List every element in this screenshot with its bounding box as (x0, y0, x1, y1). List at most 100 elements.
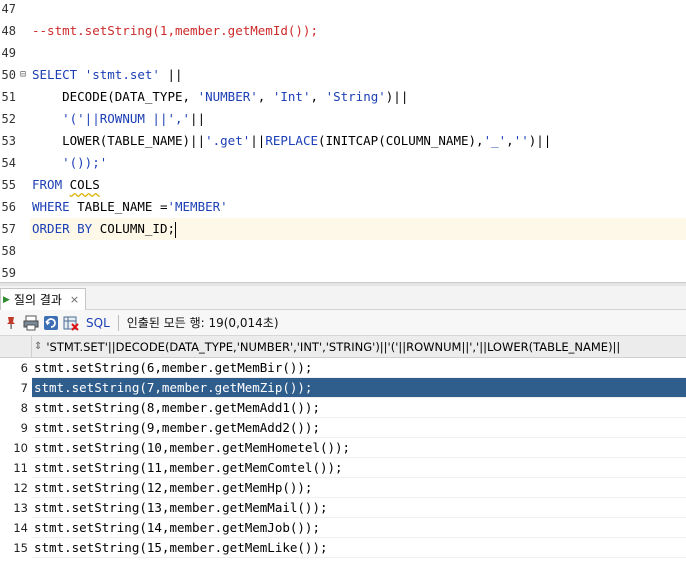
text-cursor (175, 221, 176, 238)
table-row[interactable]: 14 stmt.setString(14,member.getMemJob()); (0, 518, 686, 538)
code-token: '' (513, 133, 529, 148)
table-row[interactable]: 6 stmt.setString(6,member.getMemBir()); (0, 358, 686, 378)
code-token: 'stmt.set' (84, 67, 160, 82)
table-cell[interactable]: stmt.setString(15,member.getMemLike()); (32, 538, 686, 558)
table-cell[interactable]: stmt.setString(9,member.getMemAdd2()); (32, 418, 686, 438)
line-number: 55 (1, 178, 16, 192)
row-number-header (0, 335, 32, 358)
code-token: || (159, 67, 183, 82)
results-toolbar: SQL 인출된 모든 행: 19(0,014초) (0, 310, 686, 336)
line-number: 51 (1, 90, 16, 104)
table-cell[interactable]: stmt.setString(7,member.getMemZip()); (32, 378, 686, 398)
code-token: COLUMN_ID; (99, 221, 175, 236)
code-line[interactable]: SELECT 'stmt.set' || (32, 64, 183, 86)
table-row[interactable]: 13 stmt.setString(13,member.getMemMail())… (0, 498, 686, 518)
row-number[interactable]: 6 (0, 358, 32, 378)
code-line[interactable]: ORDER BY COLUMN_ID; (32, 218, 176, 240)
results-grid[interactable]: 6 stmt.setString(6,member.getMemBir()); 7 s… (0, 358, 686, 562)
fetch-status: 인출된 모든 행: 19(0,014초) (126, 316, 279, 330)
line-number: 50 (1, 68, 16, 82)
tab-query-result[interactable]: ▶ 질의 결과 × (0, 288, 87, 310)
code-token: '_' (483, 133, 507, 148)
code-token: )|| (528, 133, 552, 148)
code-token: )|| (385, 89, 409, 104)
table-row[interactable]: 15 stmt.setString(15,member.getMemLike())… (0, 538, 686, 558)
grid-header: ⇕ 'STMT.SET'||DECODE(DATA_TYPE,'NUMBER',… (0, 335, 686, 358)
code-token: TABLE_NAME = (77, 199, 168, 214)
line-number: 58 (1, 244, 16, 258)
code-line[interactable]: '());' (32, 152, 107, 174)
refresh-icon[interactable] (42, 314, 60, 332)
table-cell[interactable]: stmt.setString(13,member.getMemMail()); (32, 498, 686, 518)
sql-link[interactable]: SQL (86, 316, 110, 330)
code-token: 'NUMBER' (197, 89, 258, 104)
table-cell[interactable]: stmt.setString(12,member.getMemHp()); (32, 478, 686, 498)
row-number[interactable]: 14 (0, 518, 32, 538)
code-line[interactable]: FROM COLS (32, 174, 100, 196)
code-token: ORDER BY (32, 221, 100, 236)
results-tab-bar: ▶ 질의 결과 × (0, 286, 686, 310)
code-line[interactable]: DECODE(DATA_TYPE, 'NUMBER', 'Int', 'Stri… (32, 86, 408, 108)
row-number[interactable]: 11 (0, 458, 32, 478)
row-number[interactable]: 8 (0, 398, 32, 418)
code-line[interactable]: LOWER(TABLE_NAME)||'.get'||REPLACE(INITC… (32, 130, 551, 152)
table-row[interactable]: 12 stmt.setString(12,member.getMemHp()); (0, 478, 686, 498)
print-icon[interactable] (22, 314, 40, 332)
table-row[interactable]: 10 stmt.setString(10,member.getMemHometel… (0, 438, 686, 458)
row-number[interactable]: 10 (0, 438, 32, 458)
table-row[interactable]: 8 stmt.setString(8,member.getMemAdd1()); (0, 398, 686, 418)
table-cell[interactable]: stmt.setString(14,member.getMemJob()); (32, 518, 686, 538)
table-row[interactable]: 9 stmt.setString(9,member.getMemAdd2()); (0, 418, 686, 438)
line-number: 54 (1, 156, 16, 170)
line-number: 49 (1, 46, 16, 60)
toolbar-divider (117, 314, 119, 331)
row-number[interactable]: 15 (0, 538, 32, 558)
code-token: , (506, 133, 514, 148)
code-token: REPLACE (265, 133, 318, 148)
line-number: 52 (1, 112, 16, 126)
line-number: 53 (1, 134, 16, 148)
code-token: '('||ROWNUM ||',' (62, 111, 191, 126)
sort-icon[interactable]: ⇕ (34, 341, 42, 352)
code-token: WHERE (32, 199, 78, 214)
pin-icon[interactable] (2, 314, 20, 332)
code-token: (INITCAP(COLUMN_NAME), (318, 133, 484, 148)
code-token: || (190, 111, 206, 126)
line-number: 47 (1, 2, 16, 16)
column-header[interactable]: ⇕ 'STMT.SET'||DECODE(DATA_TYPE,'NUMBER',… (32, 340, 620, 354)
row-number[interactable]: 12 (0, 478, 32, 498)
row-number[interactable]: 13 (0, 498, 32, 518)
code-line[interactable]: WHERE TABLE_NAME ='MEMBER' (32, 196, 228, 218)
code-token: 'String' (325, 89, 386, 104)
code-token: DECODE(DATA_TYPE, (32, 89, 198, 104)
table-cell[interactable]: stmt.setString(10,member.getMemHometel()… (32, 438, 686, 458)
row-number[interactable]: 9 (0, 418, 32, 438)
column-header-label: 'STMT.SET'||DECODE(DATA_TYPE,'NUMBER','I… (46, 339, 621, 354)
code-token: , (310, 89, 326, 104)
table-row-selected[interactable]: 7 stmt.setString(7,member.getMemZip()); (0, 378, 686, 398)
tab-label: 질의 결과 (13, 293, 62, 307)
table-cell[interactable]: stmt.setString(11,member.getMemComtel())… (32, 458, 686, 478)
line-number: 56 (1, 200, 16, 214)
sql-editor[interactable]: --stmt.setString(1,member.getMemId()); SE… (0, 0, 686, 282)
code-token: 'MEMBER' (167, 199, 228, 214)
fold-icon[interactable]: ⊟ (17, 64, 29, 86)
table-cell[interactable]: stmt.setString(8,member.getMemAdd1()); (32, 398, 686, 418)
close-icon[interactable]: × (70, 293, 79, 306)
code-token: --stmt.setString(1,member.getMemId()); (32, 23, 318, 38)
table-cell[interactable]: stmt.setString(6,member.getMemBir()); (32, 358, 686, 378)
line-number: 57 (1, 222, 16, 236)
table-row[interactable]: 11 stmt.setString(11,member.getMemComtel(… (0, 458, 686, 478)
row-number[interactable]: 7 (0, 378, 32, 398)
code-token: COLS (69, 177, 100, 192)
export-icon[interactable] (62, 314, 80, 332)
line-number: 59 (1, 266, 16, 280)
code-line[interactable]: '('||ROWNUM ||','|| (32, 108, 205, 130)
code-token: LOWER(TABLE_NAME)|| (32, 133, 206, 148)
code-token: FROM (32, 177, 70, 192)
code-token: '.get' (205, 133, 251, 148)
code-line[interactable]: --stmt.setString(1,member.getMemId()); (32, 20, 318, 42)
code-token: 'Int' (272, 89, 311, 104)
